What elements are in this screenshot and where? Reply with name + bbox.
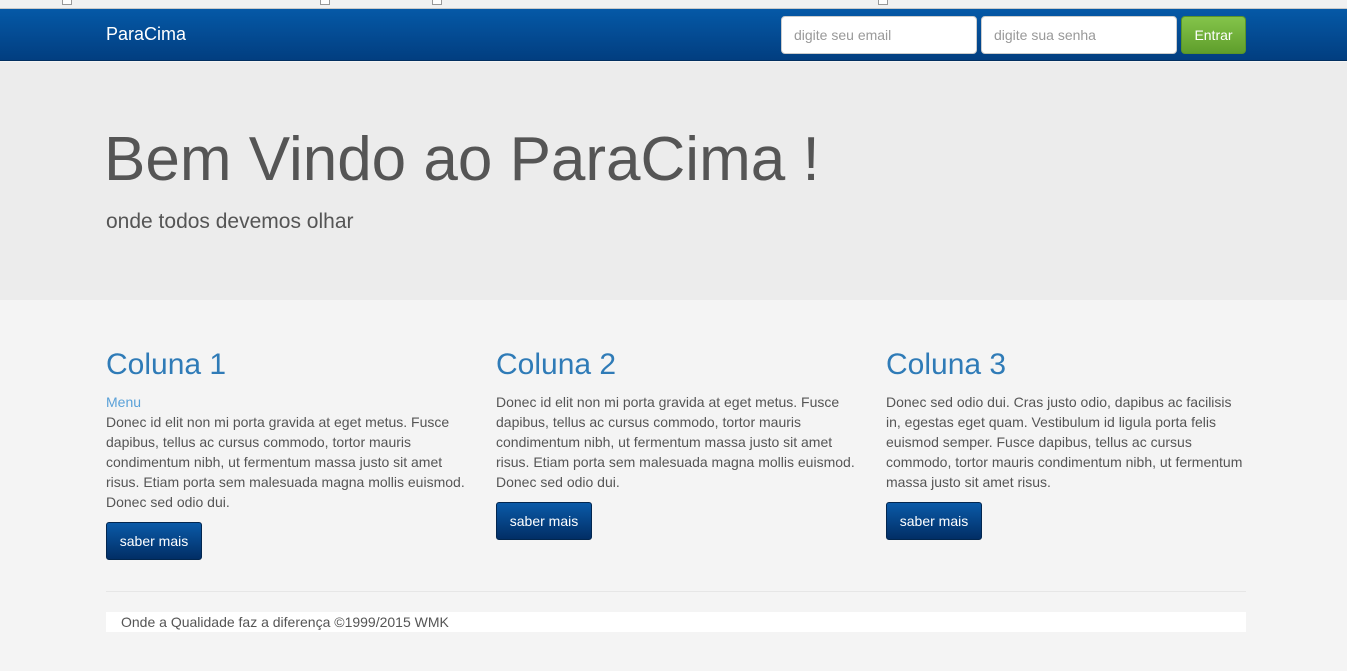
column-text: Donec id elit non mi porta gravida at eg… bbox=[106, 414, 465, 510]
column-text: Donec id elit non mi porta gravida at eg… bbox=[496, 394, 855, 490]
footer: Onde a Qualidade faz a diferença ©1999/2… bbox=[106, 612, 1246, 632]
browser-bookmarks-bar bbox=[0, 0, 1347, 9]
column-title: Coluna 3 bbox=[886, 348, 1007, 381]
bookmark-icon[interactable] bbox=[320, 0, 330, 5]
email-input[interactable] bbox=[781, 16, 977, 54]
saber-mais-button[interactable]: saber mais bbox=[106, 522, 202, 560]
menu-link[interactable]: Menu bbox=[106, 392, 466, 412]
brand-link[interactable]: ParaCima bbox=[106, 24, 186, 45]
bookmark-icon[interactable] bbox=[432, 0, 442, 5]
bookmark-icon[interactable] bbox=[878, 0, 888, 5]
column-text: Donec sed odio dui. Cras justo odio, dap… bbox=[886, 394, 1243, 490]
saber-mais-button[interactable]: saber mais bbox=[886, 502, 982, 540]
column-title: Coluna 2 bbox=[496, 348, 617, 381]
footer-text: Onde a Qualidade faz a diferença ©1999/2… bbox=[121, 614, 449, 630]
column-2: Coluna 2 Donec id elit non mi porta grav… bbox=[496, 348, 856, 540]
entrar-button[interactable]: Entrar bbox=[1181, 16, 1246, 54]
hero-banner: Bem Vindo ao ParaCima ! onde todos devem… bbox=[0, 62, 1347, 300]
bookmark-icon[interactable] bbox=[62, 0, 72, 5]
hero-title: Bem Vindo ao ParaCima ! bbox=[104, 125, 820, 194]
top-navbar: ParaCima Entrar bbox=[0, 9, 1347, 61]
hero-subtitle: onde todos devemos olhar bbox=[106, 210, 354, 233]
saber-mais-button[interactable]: saber mais bbox=[496, 502, 592, 540]
password-input[interactable] bbox=[981, 16, 1177, 54]
column-title: Coluna 1 bbox=[106, 348, 227, 381]
divider bbox=[106, 591, 1246, 592]
column-1: Coluna 1 Menu Donec id elit non mi porta… bbox=[106, 348, 466, 560]
column-3: Coluna 3 Donec sed odio dui. Cras justo … bbox=[886, 348, 1246, 540]
